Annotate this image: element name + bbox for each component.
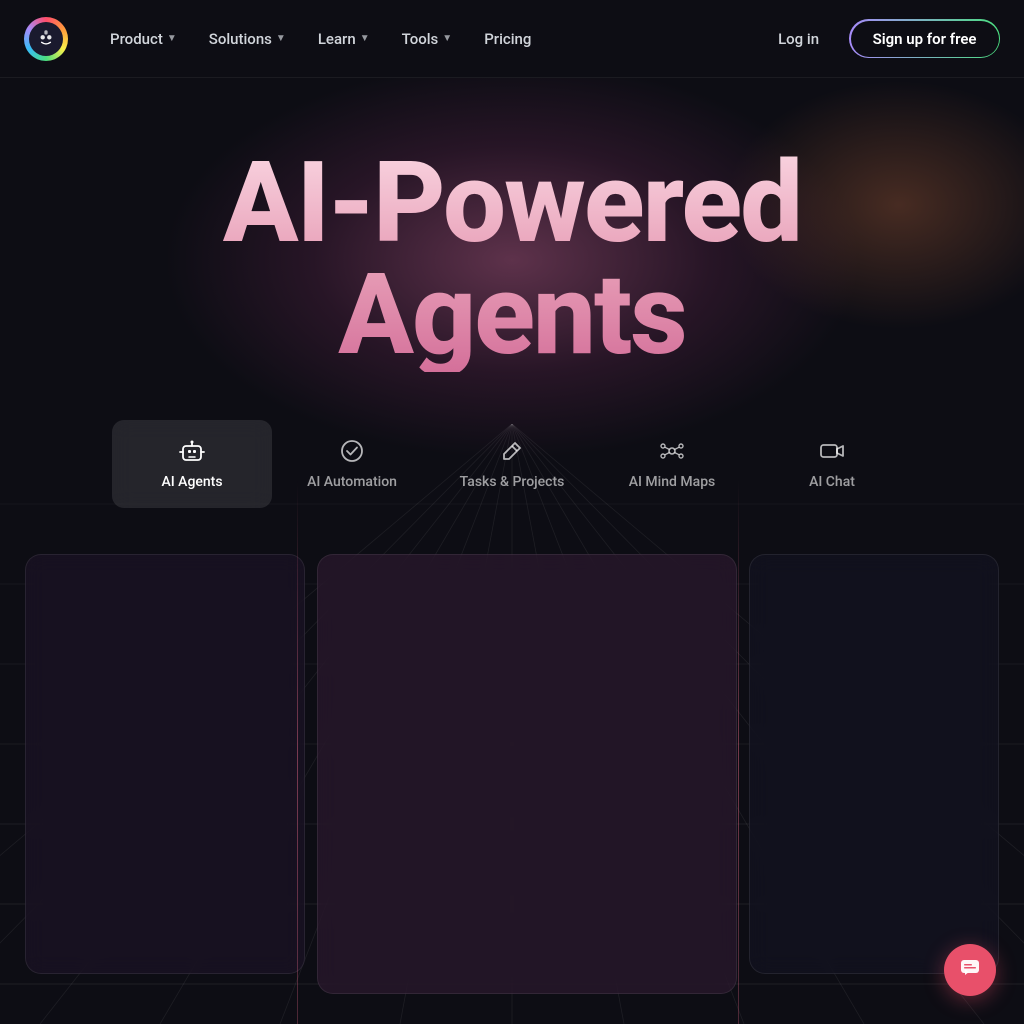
tab-ai-chat[interactable]: AI Chat <box>752 420 912 508</box>
nav-item-learn[interactable]: Learn ▼ <box>304 22 384 56</box>
tab-ai-agents-label: AI Agents <box>161 474 222 490</box>
tab-ai-automation[interactable]: AI Automation <box>272 420 432 508</box>
logo-icon <box>29 22 63 56</box>
pencil-icon <box>499 438 525 464</box>
chevron-down-icon: ▼ <box>276 33 286 44</box>
chevron-down-icon: ▼ <box>360 33 370 44</box>
nav-links: Product ▼ Solutions ▼ Learn ▼ Tools ▼ Pr… <box>96 22 764 56</box>
hero-heading: AI-Powered Agents <box>223 148 801 372</box>
chat-button[interactable] <box>944 944 996 996</box>
tab-tasks-projects[interactable]: Tasks & Projects <box>432 420 592 508</box>
demo-area <box>0 554 1024 1024</box>
video-icon <box>819 438 845 464</box>
signup-button[interactable]: Sign up for free <box>851 21 999 57</box>
login-button[interactable]: Log in <box>764 22 833 56</box>
demo-card-center <box>317 554 737 994</box>
nav-item-tools[interactable]: Tools ▼ <box>388 22 467 56</box>
nav-right: Log in Sign up for free <box>764 19 1000 58</box>
chevron-down-icon: ▼ <box>167 33 177 44</box>
demo-card-left <box>25 554 305 974</box>
tab-tasks-projects-label: Tasks & Projects <box>460 474 565 490</box>
navbar: Product ▼ Solutions ▼ Learn ▼ Tools ▼ Pr… <box>0 0 1024 78</box>
tab-ai-automation-label: AI Automation <box>307 474 397 490</box>
tab-ai-mind-maps[interactable]: AI Mind Maps <box>592 420 752 508</box>
mind-map-icon <box>659 438 685 464</box>
chat-icon <box>959 957 981 984</box>
nav-item-product[interactable]: Product ▼ <box>96 22 191 56</box>
hero-section: AI-Powered Agents AI Agents <box>0 0 1024 1024</box>
chevron-down-icon: ▼ <box>442 33 452 44</box>
tab-ai-mind-maps-label: AI Mind Maps <box>629 474 716 490</box>
tab-ai-chat-label: AI Chat <box>809 474 855 490</box>
nav-item-pricing[interactable]: Pricing <box>470 22 545 56</box>
tab-ai-agents[interactable]: AI Agents <box>112 420 272 508</box>
feature-tabs: AI Agents AI Automation Tasks & Projects <box>0 420 1024 508</box>
signup-button-wrapper[interactable]: Sign up for free <box>849 19 1000 58</box>
checkmark-circle-icon <box>339 438 365 464</box>
hero-title: AI-Powered Agents <box>223 148 801 372</box>
demo-card-right <box>749 554 999 974</box>
robot-icon <box>179 438 205 464</box>
nav-item-solutions[interactable]: Solutions ▼ <box>195 22 300 56</box>
brand-logo[interactable] <box>24 17 68 61</box>
